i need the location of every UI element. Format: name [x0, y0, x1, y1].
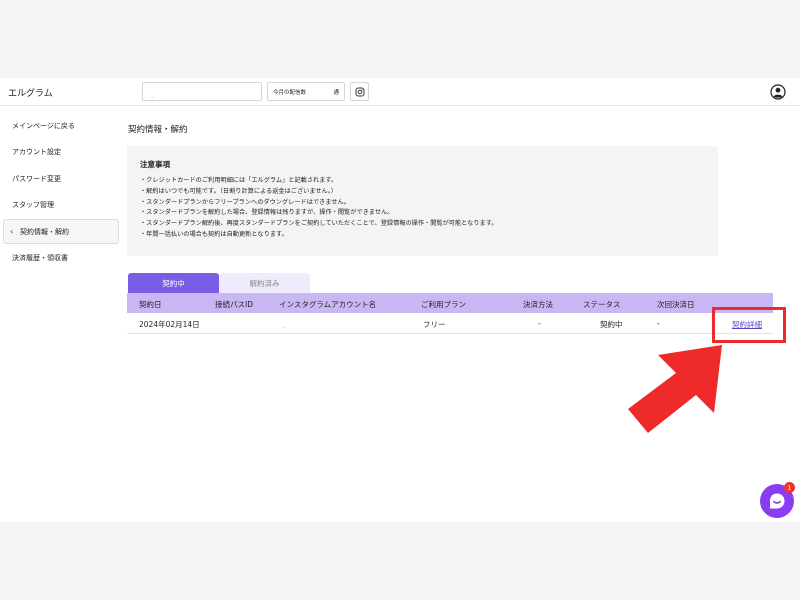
user-avatar-icon	[769, 83, 786, 100]
sidebar-item-contract[interactable]: ‹ 契約情報・解約	[3, 219, 119, 244]
tab-cancelled-contracts[interactable]: 解約済み	[219, 273, 310, 293]
search-input[interactable]: _	[142, 82, 262, 101]
chat-notification-badge: 1	[784, 482, 795, 493]
table-row: 2024年02月14日 _ フリー - 契約中 - 契約詳細	[127, 314, 773, 334]
table-header: 契約日 接続パスID インスタグラムアカウント名 ご利用プラン 決済方法 ステー…	[127, 293, 773, 313]
top-header: エルグラム _ 今月の配信数 通	[0, 78, 800, 106]
cell-payment-method: -	[538, 319, 541, 328]
column-header: 契約日	[139, 300, 162, 309]
instagram-button[interactable]	[350, 82, 369, 101]
sidebar-item-payment-history[interactable]: 決済履歴・領収書	[3, 245, 119, 270]
brand-logo[interactable]: エルグラム	[8, 86, 53, 99]
column-header: 決済方法	[523, 300, 553, 309]
search-placeholder: _	[151, 92, 154, 98]
chevron-left-icon: ‹	[10, 227, 14, 236]
column-header: ステータス	[583, 300, 621, 309]
sidebar-item-label: メインページに戻る	[12, 121, 75, 130]
notice-box: 注意事項 ・クレジットカードのご利用明細には「エルグラム」と記載されます。 ・解…	[127, 146, 718, 256]
chat-icon	[770, 493, 785, 509]
user-menu-button[interactable]	[769, 83, 786, 100]
notice-list: ・クレジットカードのご利用明細には「エルグラム」と記載されます。 ・解約はいつで…	[140, 176, 497, 241]
tab-active-contracts[interactable]: 契約中	[128, 273, 219, 293]
annotation-highlight-box	[712, 307, 786, 343]
sidebar-item-label: 決済履歴・領収書	[12, 253, 68, 262]
annotation-arrow-icon	[628, 345, 722, 433]
column-header: 接続パスID	[215, 300, 253, 309]
cell-next-payment: -	[657, 319, 660, 328]
instagram-icon	[355, 87, 364, 96]
sidebar-item-label: アカウント設定	[12, 147, 61, 156]
cell-contract-date: 2024年02月14日	[139, 320, 200, 329]
counter-label: 今月の配信数	[273, 90, 307, 96]
app-window: エルグラム _ 今月の配信数 通 メインページに戻る アカウント設定 パスワード…	[0, 78, 800, 522]
page-title: 契約情報・解約	[128, 125, 188, 135]
cell-status: 契約中	[600, 320, 623, 329]
notice-title: 注意事項	[140, 160, 170, 169]
notice-line: ・クレジットカードのご利用明細には「エルグラム」と記載されます。	[140, 177, 338, 184]
cell-account-name: _	[283, 322, 286, 328]
counter-unit: 通	[333, 90, 339, 96]
sidebar-item-label: 契約情報・解約	[20, 227, 69, 236]
sidebar-item-password[interactable]: パスワード変更	[3, 166, 119, 191]
notice-line: ・解約はいつでも可能です。（日割り計算による返金はございません。）	[140, 187, 337, 195]
column-header: ご利用プラン	[421, 300, 466, 309]
sidebar-item-label: スタッフ管理	[12, 200, 54, 209]
notice-line: ・年間一括払いの場合も契約は自動更新となります。	[140, 230, 288, 238]
sidebar: メインページに戻る アカウント設定 パスワード変更 スタッフ管理 ‹ 契約情報・…	[0, 106, 122, 522]
sidebar-item-account-settings[interactable]: アカウント設定	[3, 139, 119, 164]
sidebar-item-label: パスワード変更	[12, 174, 61, 183]
notice-line: ・スタンダードプランを解約した場合、登録情報は残りますが、操作・閲覧ができません…	[140, 209, 394, 217]
sidebar-item-main-page[interactable]: メインページに戻る	[3, 113, 119, 138]
sidebar-item-staff[interactable]: スタッフ管理	[3, 192, 119, 217]
column-header: 次回決済日	[657, 300, 695, 309]
monthly-send-counter: 今月の配信数 通	[267, 82, 345, 101]
notice-line: ・スタンダードプランからフリープランへのダウングレードはできません。	[140, 198, 350, 206]
notice-line: ・スタンダードプラン解約後、再度スタンダードプランをご契約していただくことで、登…	[140, 220, 498, 228]
column-header: インスタグラムアカウント名	[279, 300, 377, 309]
cell-plan: フリー	[423, 320, 446, 329]
